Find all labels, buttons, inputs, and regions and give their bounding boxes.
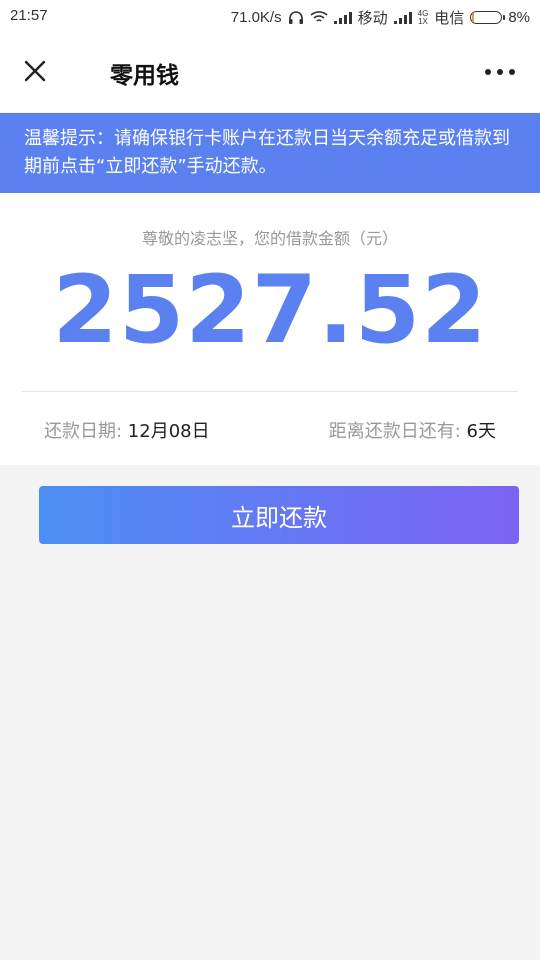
days-left: 距离还款日还有: 6天 [329, 417, 496, 443]
net-speed: 71.0K/s [230, 9, 282, 26]
battery-fill [472, 13, 475, 22]
more-dots-icon [485, 69, 515, 75]
due-date: 还款日期: 12月08日 [44, 417, 210, 443]
days-left-label: 距离还款日还有: [328, 421, 467, 442]
more-button[interactable] [482, 60, 518, 84]
page-title: 零用钱 [110, 63, 179, 89]
carrier-1: 移动 [357, 10, 388, 27]
headset-icon [288, 10, 303, 24]
network-type-bottom: 1X [418, 16, 428, 26]
due-date-label: 还款日期: [44, 421, 128, 442]
battery-icon [470, 11, 506, 24]
days-left-value: 6天 [466, 421, 496, 442]
notice-banner: 温馨提示：请确保银行卡账户在还款日当天余额充足或借款到期前点击“立即还款”手动还… [0, 113, 540, 193]
close-icon [24, 60, 46, 82]
battery-percent: 8% [508, 9, 530, 26]
divider [22, 391, 518, 392]
status-time: 21:57 [10, 7, 48, 24]
wifi-icon [310, 11, 328, 22]
loan-amount: 2527.52 [52, 256, 488, 365]
close-button[interactable] [18, 54, 54, 90]
nav-bar: 零用钱 [0, 32, 540, 112]
due-date-value: 12月08日 [127, 421, 210, 442]
signal-icon [333, 11, 352, 24]
loan-card: 尊敬的凌志坚，您的借款金额（元） 2527.52 还款日期: 12月08日 距离… [0, 193, 540, 465]
repay-now-button[interactable]: 立即还款 [39, 486, 519, 544]
status-bar: 21:57 71.0K/s 移动 4G 1X 电信 8% [0, 0, 540, 32]
loan-greeting: 尊敬的凌志坚，您的借款金额（元） [141, 229, 398, 248]
notice-text: 温馨提示：请确保银行卡账户在还款日当天余额充足或借款到期前点击“立即还款”手动还… [24, 128, 510, 177]
network-type: 4G 1X [418, 9, 429, 26]
signal-icon-2 [393, 11, 412, 24]
status-right: 71.0K/s 移动 4G 1X 电信 8% [231, 7, 530, 28]
carrier-2: 电信 [434, 10, 465, 27]
